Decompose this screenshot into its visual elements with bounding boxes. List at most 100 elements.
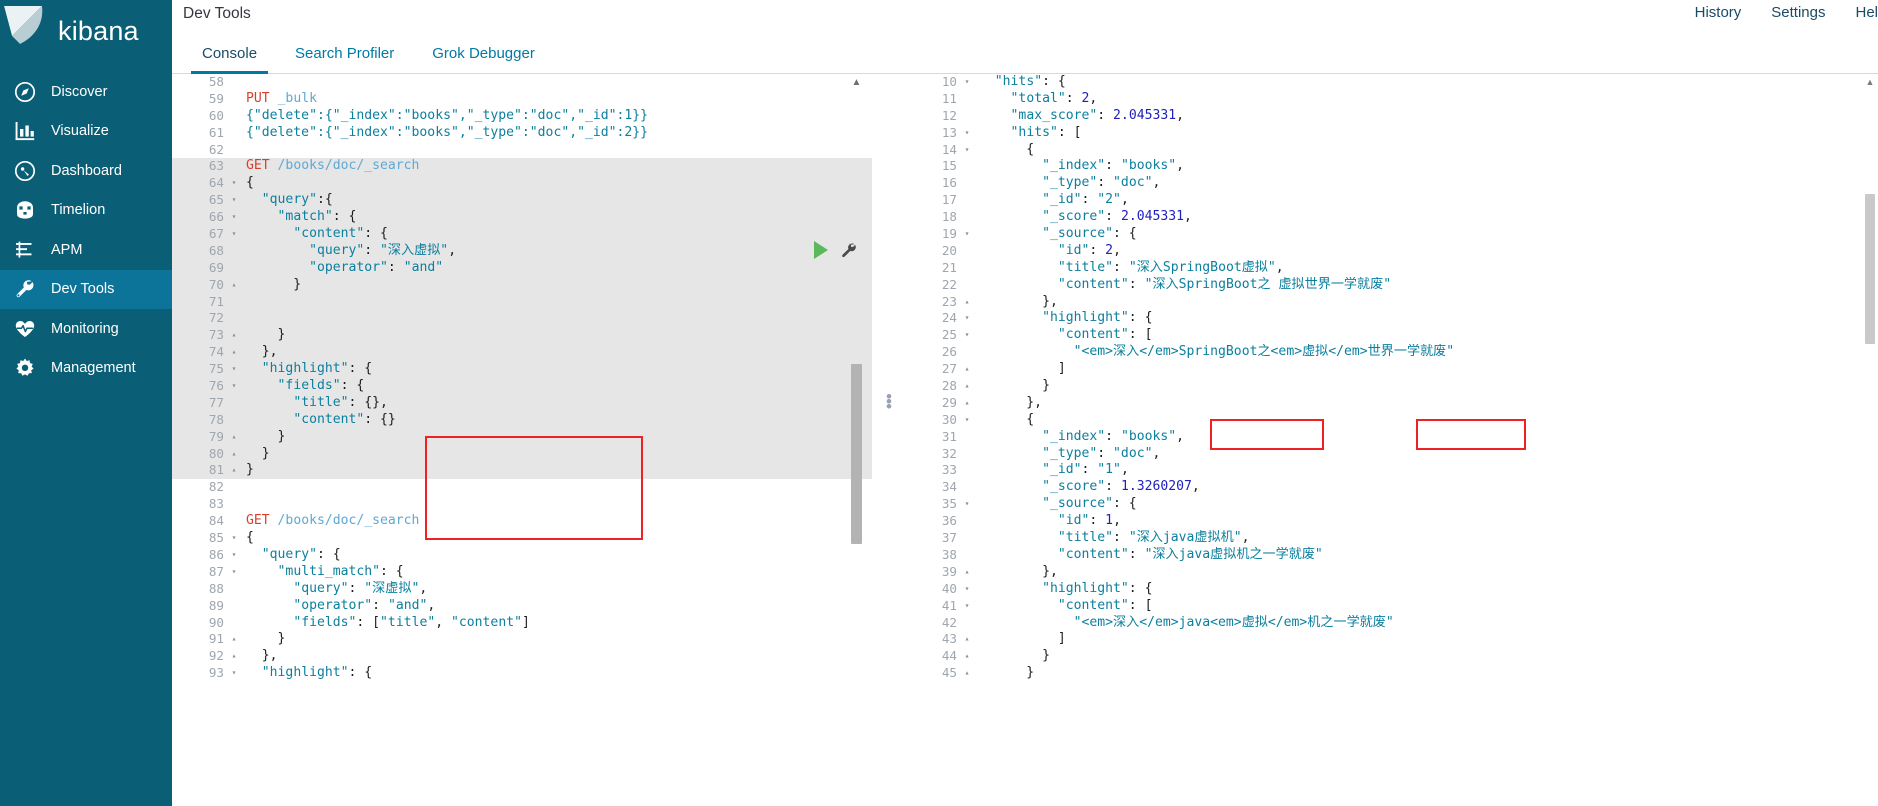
code-line[interactable]: 35 ▾ "_source": {: [905, 496, 1878, 513]
code-line[interactable]: 62: [172, 142, 872, 159]
code-line[interactable]: 81 ▴}: [172, 462, 872, 480]
code-line[interactable]: 87 ▾ "multi_match": {: [172, 564, 872, 581]
fold-toggle-icon[interactable]: ▾: [961, 310, 973, 327]
fold-toggle-icon[interactable]: ▴: [961, 665, 973, 682]
code-line[interactable]: 34 "_score": 1.3260207,: [905, 479, 1878, 496]
code-line[interactable]: 45 ▴ }: [905, 665, 1878, 682]
code-line[interactable]: 75 ▾ "highlight": {: [172, 361, 872, 379]
fold-toggle-icon[interactable]: ▴: [228, 344, 240, 361]
code-line[interactable]: 17 "_id": "2",: [905, 192, 1878, 209]
code-line[interactable]: 59 PUT _bulk: [172, 91, 872, 108]
code-line[interactable]: 20 "id": 2,: [905, 243, 1878, 260]
fold-toggle-icon[interactable]: ▾: [961, 327, 973, 344]
code-line[interactable]: 74 ▴ },: [172, 344, 872, 362]
help-link[interactable]: Hel: [1855, 4, 1878, 21]
fold-toggle-icon[interactable]: ▾: [228, 547, 240, 564]
fold-toggle-icon[interactable]: ▴: [228, 277, 240, 294]
fold-toggle-icon[interactable]: ▴: [228, 631, 240, 648]
code-line[interactable]: 11 "total": 2,: [905, 91, 1878, 108]
code-line[interactable]: 13 ▾ "hits": [: [905, 125, 1878, 142]
sidebar-item-apm[interactable]: APM: [0, 230, 172, 270]
fold-toggle-icon[interactable]: ▾: [961, 226, 973, 243]
fold-toggle-icon[interactable]: ▾: [961, 74, 973, 91]
code-line[interactable]: 58: [172, 74, 872, 91]
code-line[interactable]: 89 "operator": "and",: [172, 598, 872, 615]
code-line[interactable]: 76 ▾ "fields": {: [172, 378, 872, 395]
code-line[interactable]: 38 "content": "深入java虚拟机之一学就废": [905, 547, 1878, 564]
code-line[interactable]: 26 "<em>深入</em>SpringBoot之<em>虚拟</em>世界一…: [905, 344, 1878, 361]
fold-toggle-icon[interactable]: ▾: [228, 564, 240, 581]
fold-toggle-icon[interactable]: ▾: [228, 665, 240, 682]
code-line[interactable]: 92 ▴ },: [172, 648, 872, 665]
tab-grok-debugger[interactable]: Grok Debugger: [413, 46, 554, 73]
code-line[interactable]: 90 "fields": ["title", "content"]: [172, 615, 872, 632]
response-viewer[interactable]: 10 ▾ "hits": {11 "total": 2, 12 "max_score…: [905, 74, 1878, 806]
code-line[interactable]: 36 "id": 1,: [905, 513, 1878, 530]
code-line[interactable]: 10 ▾ "hits": {: [905, 74, 1878, 91]
fold-toggle-icon[interactable]: ▾: [228, 361, 240, 378]
code-line[interactable]: 29 ▴ },: [905, 395, 1878, 412]
code-line[interactable]: 61 {"delete":{"_index":"books","_type":"d…: [172, 125, 872, 142]
tab-console[interactable]: Console: [183, 46, 276, 74]
fold-toggle-icon[interactable]: ▾: [961, 581, 973, 598]
fold-toggle-icon[interactable]: ▾: [228, 226, 240, 243]
request-editor-pane[interactable]: 58 59 PUT _bulk 60 {"delete":{"_index":"book…: [172, 74, 872, 806]
code-line[interactable]: 14 ▾ {: [905, 142, 1878, 159]
code-line[interactable]: 32 "_type": "doc",: [905, 446, 1878, 463]
code-line[interactable]: 23 ▴ },: [905, 294, 1878, 311]
code-line[interactable]: 39 ▴ },: [905, 564, 1878, 581]
code-line[interactable]: 65 ▾ "query":{: [172, 192, 872, 210]
fold-toggle-icon[interactable]: ▾: [961, 142, 973, 159]
code-line[interactable]: 79 ▴ }: [172, 428, 872, 446]
code-line[interactable]: 93 ▾ "highlight": {: [172, 665, 872, 682]
code-line[interactable]: 68 "query": "深入虚拟",: [172, 242, 872, 260]
fold-toggle-icon[interactable]: ▾: [961, 598, 973, 615]
code-line[interactable]: 30 ▾ {: [905, 412, 1878, 429]
pane-splitter[interactable]: • • •: [872, 74, 905, 806]
fold-toggle-icon[interactable]: ▴: [961, 648, 973, 665]
sidebar-item-dashboard[interactable]: Dashboard: [0, 151, 172, 191]
fold-toggle-icon[interactable]: ▴: [961, 564, 973, 581]
code-line[interactable]: 21 "title": "深入SpringBoot虚拟",: [905, 260, 1878, 277]
response-pane[interactable]: 10 ▾ "hits": {11 "total": 2, 12 "max_score…: [905, 74, 1878, 806]
code-line[interactable]: 22 "content": "深入SpringBoot之 虚拟世界一学就废": [905, 277, 1878, 294]
code-line[interactable]: 44 ▴ }: [905, 648, 1878, 665]
code-line[interactable]: 73 ▴ }: [172, 327, 872, 345]
sidebar-item-monitoring[interactable]: Monitoring: [0, 309, 172, 349]
fold-toggle-icon[interactable]: ▴: [961, 631, 973, 648]
fold-toggle-icon[interactable]: ▴: [961, 378, 973, 395]
code-line[interactable]: 12 "max_score": 2.045331,: [905, 108, 1878, 125]
fold-toggle-icon[interactable]: ▾: [228, 209, 240, 226]
code-line[interactable]: 15 "_index": "books",: [905, 158, 1878, 175]
history-link[interactable]: History: [1695, 4, 1742, 21]
editor-scrollbar-thumb[interactable]: [851, 364, 862, 544]
code-line[interactable]: 66 ▾ "match": {: [172, 209, 872, 227]
code-line[interactable]: 42 "<em>深入</em>java<em>虚拟</em>机之一学就废": [905, 615, 1878, 632]
tab-search-profiler[interactable]: Search Profiler: [276, 46, 413, 73]
code-line[interactable]: 78 "content": {}: [172, 411, 872, 429]
fold-toggle-icon[interactable]: ▴: [961, 395, 973, 412]
request-actions-menu-icon[interactable]: [840, 242, 858, 260]
sidebar-item-management[interactable]: Management: [0, 349, 172, 389]
code-line[interactable]: 40 ▾ "highlight": {: [905, 581, 1878, 598]
response-scroll-up-arrow[interactable]: ▲: [1864, 76, 1876, 88]
fold-toggle-icon[interactable]: ▾: [228, 175, 240, 192]
fold-toggle-icon[interactable]: ▾: [228, 378, 240, 395]
code-line[interactable]: 31 "_index": "books",: [905, 429, 1878, 446]
fold-toggle-icon[interactable]: ▴: [228, 327, 240, 344]
code-line[interactable]: 60 {"delete":{"_index":"books","_type":"d…: [172, 108, 872, 125]
code-line[interactable]: 77 "title": {},: [172, 394, 872, 412]
fold-toggle-icon[interactable]: ▴: [228, 648, 240, 665]
sidebar-item-discover[interactable]: Discover: [0, 72, 172, 112]
code-line[interactable]: 71: [172, 293, 872, 311]
code-line[interactable]: 18 "_score": 2.045331,: [905, 209, 1878, 226]
code-line[interactable]: 69 "operator": "and": [172, 259, 872, 277]
code-line[interactable]: 27 ▴ ]: [905, 361, 1878, 378]
code-line[interactable]: 37 "title": "深入java虚拟机",: [905, 530, 1878, 547]
code-line[interactable]: 91 ▴ }: [172, 631, 872, 648]
fold-toggle-icon[interactable]: ▴: [228, 446, 240, 463]
code-line[interactable]: 64 ▾ {: [172, 175, 872, 193]
send-request-button[interactable]: [812, 240, 830, 260]
fold-toggle-icon[interactable]: ▴: [961, 294, 973, 311]
code-line[interactable]: 84 GET /books/doc/_search: [172, 513, 872, 530]
